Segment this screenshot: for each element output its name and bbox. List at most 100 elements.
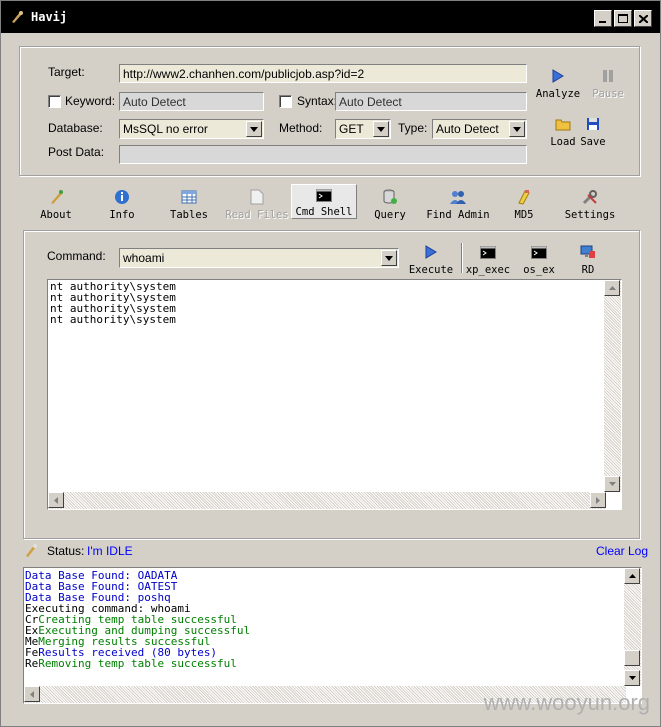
output-vertical-scrollbar[interactable] [604, 280, 621, 492]
close-button[interactable] [634, 10, 652, 27]
log-text: Data Base Found: OADATA Data Base Found: … [24, 568, 641, 671]
toolbar-separator [461, 243, 462, 273]
toolbar-tables[interactable]: Tables [167, 188, 211, 221]
toolbar-about-label: About [40, 209, 72, 221]
log-line-text: Removing temp table successful [38, 657, 237, 670]
chevron-down-icon[interactable] [373, 121, 389, 137]
scroll-left-icon[interactable] [24, 686, 40, 702]
cmd-shell-panel: Command: whoami Execute xp_exec os_ex RD [23, 230, 640, 539]
database-select[interactable]: MsSQL no error [119, 119, 264, 139]
toolbar-md5[interactable]: MD5 [507, 188, 541, 221]
toolbar-settings-label: Settings [564, 209, 616, 221]
rd-button[interactable]: RD [576, 243, 600, 276]
xp-exec-button[interactable]: xp_exec [465, 243, 511, 276]
scroll-down-icon[interactable] [624, 670, 640, 686]
settings-icon [581, 188, 599, 206]
method-select[interactable]: GET [335, 119, 391, 139]
command-value: whoami [123, 251, 165, 265]
syntax-field[interactable]: Auto Detect [335, 92, 527, 111]
target-url-field[interactable]: http://www2.chanhen.com/publicjob.asp?id… [119, 64, 527, 83]
toolbar-find-admin-label: Find Admin [426, 209, 490, 221]
scroll-thumb[interactable] [624, 650, 640, 666]
keyword-label: Keyword: [65, 94, 116, 108]
type-select[interactable]: Auto Detect [432, 119, 527, 139]
toolbar-tables-label: Tables [170, 209, 208, 221]
keyword-field[interactable]: Auto Detect [119, 92, 264, 111]
scroll-left-icon[interactable] [48, 492, 64, 508]
read-files-icon [248, 188, 266, 206]
type-value: Auto Detect [436, 122, 499, 136]
scroll-right-icon[interactable] [590, 492, 606, 508]
toolbar-query[interactable]: Query [371, 188, 409, 221]
command-input[interactable]: whoami [119, 248, 399, 268]
xp-exec-label: xp_exec [465, 264, 511, 276]
keyword-checkbox[interactable] [48, 95, 61, 108]
pause-icon [599, 67, 617, 85]
postdata-field[interactable] [119, 145, 527, 164]
play-icon [422, 243, 440, 261]
toolbar-read-files[interactable]: Read Files [225, 188, 289, 221]
toolbar-read-files-label: Read Files [225, 209, 289, 221]
command-output-text: nt authority\system nt authority\system nt… [48, 280, 621, 326]
scroll-up-icon[interactable] [624, 568, 640, 584]
app-icon [9, 9, 25, 25]
md5-icon [515, 188, 533, 206]
title-bar: Havij [1, 1, 660, 33]
minimize-button[interactable] [594, 10, 612, 27]
about-icon [47, 188, 65, 206]
cmd-shell-icon [315, 188, 333, 203]
folder-icon [554, 115, 572, 133]
floppy-disk-icon [584, 115, 602, 133]
database-value: MsSQL no error [123, 122, 208, 136]
type-label: Type: [398, 121, 428, 135]
clear-log-link[interactable]: Clear Log [596, 544, 648, 558]
toolbar-find-admin[interactable]: Find Admin [425, 188, 491, 221]
log-line: ReRemoving temp table successful [25, 658, 640, 669]
execute-button[interactable]: Execute [408, 243, 454, 276]
scroll-up-icon[interactable] [604, 280, 620, 296]
pause-label: Pause [592, 88, 624, 100]
syntax-checkbox[interactable] [279, 95, 292, 108]
method-value: GET [339, 122, 364, 136]
log-area[interactable]: Data Base Found: OADATA Data Base Found: … [23, 567, 642, 704]
command-output-area[interactable]: nt authority\system nt authority\system nt… [47, 279, 622, 510]
rd-label: RD [581, 264, 595, 276]
chevron-down-icon[interactable] [246, 121, 262, 137]
toolbar-cmd-shell[interactable]: Cmd Shell [291, 184, 357, 219]
toolbar-settings[interactable]: Settings [563, 188, 617, 221]
analyze-label: Analyze [535, 88, 581, 100]
console-icon [479, 243, 497, 261]
load-button[interactable]: Load [548, 115, 578, 148]
toolbar-info-label: Info [109, 209, 135, 221]
output-horizontal-scrollbar[interactable] [48, 492, 606, 509]
scroll-down-icon[interactable] [604, 476, 620, 492]
load-label: Load [550, 136, 576, 148]
target-group: Target: http://www2.chanhen.com/publicjo… [19, 46, 640, 176]
status-value: I'm IDLE [87, 544, 133, 558]
tables-icon [180, 188, 198, 206]
pause-button[interactable]: Pause [588, 67, 628, 100]
maximize-button[interactable] [614, 10, 632, 27]
havij-window: Havij Target: http://www2.chanhen.com/pu… [0, 0, 661, 727]
log-vertical-scrollbar[interactable] [624, 568, 641, 686]
save-button[interactable]: Save [578, 115, 608, 148]
play-icon [549, 67, 567, 85]
os-ex-button[interactable]: os_ex [521, 243, 557, 276]
execute-label: Execute [408, 264, 454, 276]
toolbar-info[interactable]: Info [105, 188, 139, 221]
chevron-down-icon[interactable] [509, 121, 525, 137]
method-label: Method: [279, 121, 323, 135]
find-admin-icon [449, 188, 467, 206]
toolbar-md5-label: MD5 [514, 209, 534, 221]
target-label: Target: [48, 65, 85, 79]
window-title: Havij [31, 10, 68, 24]
toolbar-about[interactable]: About [35, 188, 77, 221]
watermark-text: www.wooyun.org [483, 690, 650, 715]
analyze-button[interactable]: Analyze [536, 67, 580, 100]
os-ex-label: os_ex [523, 264, 555, 276]
client-area: Target: http://www2.chanhen.com/publicjo… [7, 34, 654, 722]
save-label: Save [580, 136, 606, 148]
log-line-prefix: Re [25, 657, 39, 670]
chevron-down-icon[interactable] [381, 250, 397, 266]
toolbar-cmd-shell-label: Cmd Shell [295, 206, 353, 218]
